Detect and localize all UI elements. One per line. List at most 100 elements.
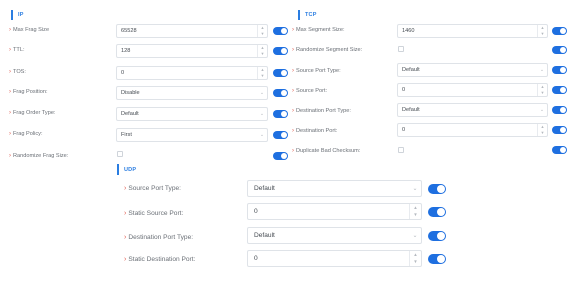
label-text: Frag Position:	[13, 89, 48, 95]
arrow-down-icon[interactable]: ▼	[261, 52, 265, 56]
ip-max-frag-size-input[interactable]: 65528 ▲ ▼	[116, 24, 268, 38]
chevron-right-icon: ›	[124, 234, 127, 241]
spinner[interactable]: ▲ ▼	[409, 251, 421, 266]
ip-tos-toggle[interactable]	[273, 69, 288, 77]
arrow-down-icon[interactable]: ▼	[261, 32, 265, 36]
chevron-right-icon: ›	[292, 108, 294, 114]
arrow-down-icon[interactable]: ▼	[541, 32, 545, 36]
ip-ttl-input[interactable]: 128 ▲ ▼	[116, 44, 268, 58]
tcp-source-port-type-select[interactable]: Default ⌄	[397, 63, 548, 77]
spinner[interactable]: ▲ ▼	[409, 204, 421, 219]
udp-destination-port-type-toggle[interactable]	[428, 231, 446, 241]
chevron-down-icon[interactable]: ⌄	[537, 67, 547, 73]
label-text: Static Source Port:	[128, 210, 184, 217]
tcp-duplicate-bad-checksum-toggle[interactable]	[552, 146, 567, 154]
arrow-up-icon[interactable]: ▲	[261, 68, 265, 72]
ip-frag-order-type-select[interactable]: Default ⌄	[116, 107, 268, 121]
select-value: Default	[402, 107, 420, 113]
ip-frag-policy-toggle[interactable]	[273, 131, 288, 139]
arrow-down-icon[interactable]: ▼	[541, 131, 545, 135]
tcp-source-port-input[interactable]: 0 ▲ ▼	[397, 83, 548, 97]
ip-frag-order-type-label: › Frag Order Type:	[9, 110, 56, 116]
toggle-knob	[560, 87, 566, 93]
chevron-down-icon[interactable]: ⌄	[409, 232, 421, 239]
ip-max-frag-size-label: › Max Frag Size	[9, 27, 49, 33]
toggle-knob	[281, 48, 287, 54]
spinner[interactable]: ▲ ▼	[537, 84, 547, 96]
tcp-source-port-toggle[interactable]	[552, 86, 567, 94]
spinner[interactable]: ▲ ▼	[257, 25, 267, 37]
spinner[interactable]: ▲ ▼	[537, 25, 547, 37]
ip-section-title: IP	[11, 10, 24, 20]
ip-max-frag-size-toggle[interactable]	[273, 27, 288, 35]
tcp-destination-port-type-toggle[interactable]	[552, 106, 567, 114]
spinner[interactable]: ▲ ▼	[257, 67, 267, 79]
tcp-destination-port-type-select[interactable]: Default ⌄	[397, 103, 548, 117]
tcp-destination-port-input[interactable]: 0 ▲ ▼	[397, 123, 548, 137]
tcp-section-title: TCP	[298, 10, 317, 20]
tcp-max-segment-size-input[interactable]: 1460 ▲ ▼	[397, 24, 548, 38]
arrow-up-icon[interactable]: ▲	[541, 85, 545, 89]
udp-static-source-port-input[interactable]: 0 ▲ ▼	[247, 203, 422, 220]
arrow-down-icon[interactable]: ▼	[541, 91, 545, 95]
chevron-down-icon[interactable]: ⌄	[257, 111, 267, 117]
toggle-knob	[560, 47, 566, 53]
arrow-down-icon[interactable]: ▼	[413, 260, 417, 265]
select-value: Default	[254, 232, 275, 239]
label-text: Destination Port:	[296, 128, 338, 134]
toggle-knob	[281, 132, 287, 138]
ip-frag-order-type-toggle[interactable]	[273, 110, 288, 118]
label-text: Frag Order Type:	[13, 110, 56, 116]
label-text: Static Destination Port:	[128, 256, 196, 263]
spinner[interactable]: ▲ ▼	[537, 124, 547, 136]
chevron-down-icon[interactable]: ⌄	[537, 107, 547, 113]
arrow-up-icon[interactable]: ▲	[261, 26, 265, 30]
arrow-up-icon[interactable]: ▲	[541, 26, 545, 30]
input-value: 0	[254, 255, 258, 262]
ip-tos-label: › TOS:	[9, 69, 26, 75]
arrow-down-icon[interactable]: ▼	[261, 74, 265, 78]
chevron-right-icon: ›	[124, 185, 127, 192]
input-value: 0	[402, 87, 406, 93]
label-text: TTL:	[13, 47, 25, 53]
udp-source-port-type-toggle[interactable]	[428, 184, 446, 194]
ip-randomize-frag-size-checkbox[interactable]	[117, 151, 123, 157]
tcp-destination-port-toggle[interactable]	[552, 126, 567, 134]
arrow-up-icon[interactable]: ▲	[413, 205, 417, 210]
toggle-knob	[560, 28, 566, 34]
arrow-down-icon[interactable]: ▼	[413, 213, 417, 218]
tcp-source-port-type-toggle[interactable]	[552, 66, 567, 74]
select-value: Default	[402, 67, 420, 73]
ip-frag-position-select[interactable]: Disable ⌄	[116, 86, 268, 100]
chevron-right-icon: ›	[9, 27, 11, 33]
chevron-down-icon[interactable]: ⌄	[257, 90, 267, 96]
arrow-up-icon[interactable]: ▲	[413, 252, 417, 257]
label-text: Source Port Type:	[128, 185, 181, 192]
tcp-duplicate-bad-checksum-checkbox[interactable]	[398, 147, 404, 153]
ip-frag-position-toggle[interactable]	[273, 89, 288, 97]
udp-static-source-port-toggle[interactable]	[428, 207, 446, 217]
spinner[interactable]: ▲ ▼	[257, 45, 267, 57]
select-value: Default	[121, 111, 139, 117]
section-accent-bar	[117, 164, 119, 175]
ip-tos-input[interactable]: 0 ▲ ▼	[116, 66, 268, 80]
chevron-down-icon[interactable]: ⌄	[257, 132, 267, 138]
udp-source-port-type-select[interactable]: Default ⌄	[247, 180, 422, 197]
tcp-max-segment-size-label: › Max Segment Size:	[292, 27, 345, 33]
input-value: 0	[254, 208, 258, 215]
tcp-randomize-segment-size-toggle[interactable]	[552, 46, 567, 54]
label-text: Randomize Frag Size:	[13, 153, 69, 159]
udp-static-destination-port-toggle[interactable]	[428, 254, 446, 264]
chevron-down-icon[interactable]: ⌄	[409, 185, 421, 192]
ip-frag-policy-select[interactable]: First ⌄	[116, 128, 268, 142]
udp-destination-port-type-select[interactable]: Default ⌄	[247, 227, 422, 244]
arrow-up-icon[interactable]: ▲	[261, 46, 265, 50]
tcp-title: TCP	[305, 12, 317, 18]
label-text: Duplicate Bad Checksum:	[296, 148, 361, 154]
arrow-up-icon[interactable]: ▲	[541, 125, 545, 129]
ip-randomize-frag-size-toggle[interactable]	[273, 152, 288, 160]
ip-ttl-toggle[interactable]	[273, 47, 288, 55]
tcp-randomize-segment-size-checkbox[interactable]	[398, 46, 404, 52]
tcp-max-segment-size-toggle[interactable]	[552, 27, 567, 35]
udp-static-destination-port-input[interactable]: 0 ▲ ▼	[247, 250, 422, 267]
